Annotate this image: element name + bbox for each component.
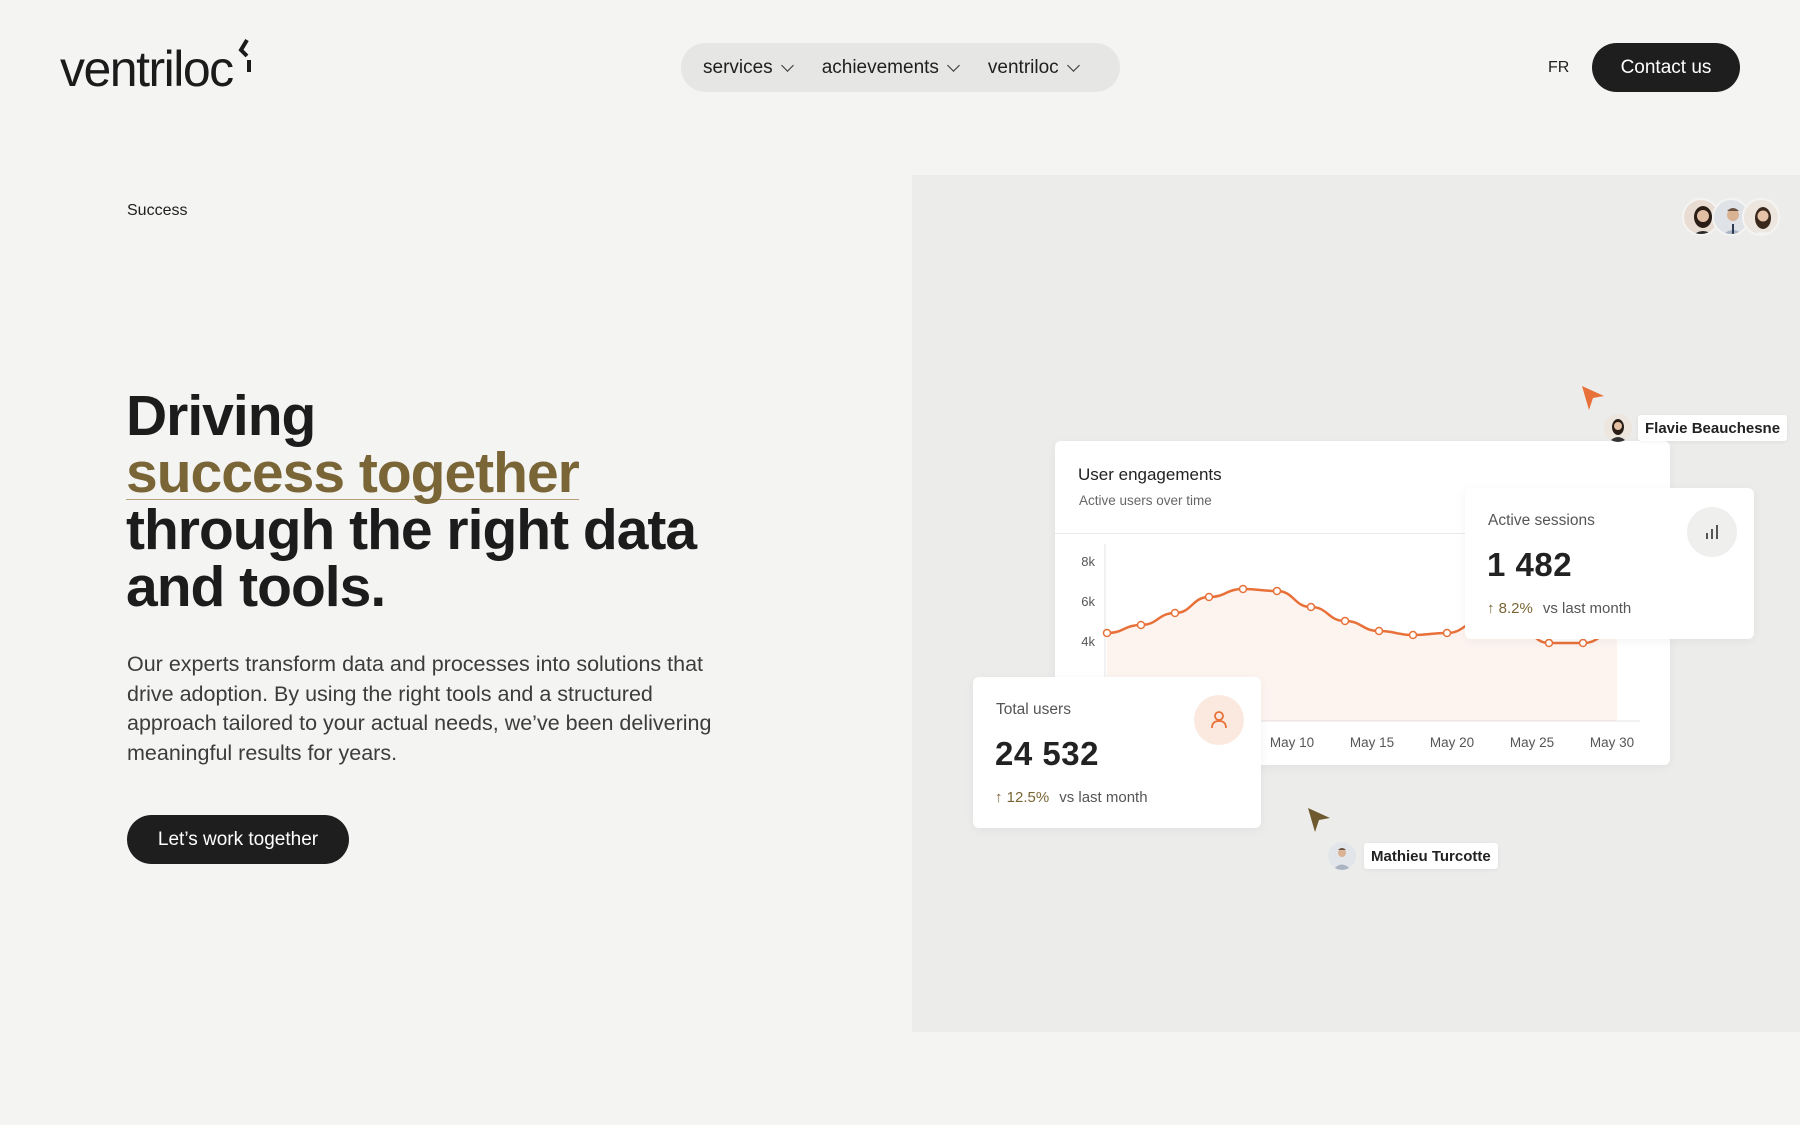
collaborator-name-tag: Flavie Beauchesne <box>1638 415 1788 441</box>
avatar <box>1604 414 1632 442</box>
data-point <box>1102 628 1112 638</box>
contact-button[interactable]: Contact us <box>1592 43 1740 92</box>
logo-mark <box>235 38 253 87</box>
data-point <box>1544 638 1554 648</box>
x-tick-label: May 30 <box>1590 735 1634 750</box>
logo-mark-icon <box>238 38 251 72</box>
y-tick-label: 4k <box>1081 634 1095 649</box>
data-point <box>1408 630 1418 640</box>
nav-item-label: ventriloc <box>987 56 1059 78</box>
data-point <box>1442 628 1452 638</box>
data-point <box>1272 586 1282 596</box>
avatar <box>1742 198 1780 236</box>
x-tick-label: May 25 <box>1510 735 1554 750</box>
headline-accent: success together <box>126 441 580 505</box>
trend-value: ↑ 12.5% <box>995 789 1050 806</box>
stat-value: 24 532 <box>995 735 1099 772</box>
logo[interactable]: ventriloc <box>60 38 253 98</box>
active-sessions-card: Active sessions 1 482 ↑ 8.2% vs last mon… <box>1465 488 1754 639</box>
section-eyebrow: Success <box>127 202 188 219</box>
logo-text: ventriloc <box>60 41 234 97</box>
nav-item-services[interactable]: services <box>703 56 794 79</box>
data-point <box>1374 626 1384 636</box>
y-tick-label: 6k <box>1081 594 1095 609</box>
trend-value: ↑ 8.2% <box>1487 600 1533 617</box>
data-point <box>1306 602 1316 612</box>
chevron-down-icon <box>780 58 794 72</box>
data-point <box>1204 592 1214 602</box>
headline-line: and tools. <box>126 555 386 619</box>
stat-trend: ↑ 8.2% vs last month <box>1487 600 1631 617</box>
chevron-down-icon <box>947 58 960 72</box>
data-point <box>1170 608 1180 618</box>
stat-label: Active sessions <box>1488 512 1595 529</box>
avatar <box>1328 842 1356 870</box>
user-icon <box>1194 695 1244 745</box>
stat-label: Total users <box>996 701 1071 718</box>
x-tick-label: May 10 <box>1270 735 1314 750</box>
x-tick-label: May 20 <box>1430 735 1474 750</box>
headline-line: Driving <box>126 384 316 448</box>
nav-item-ventriloc[interactable]: ventriloc <box>987 56 1080 79</box>
trend-note: vs last month <box>1542 600 1632 617</box>
headline-line: through the right data <box>126 498 697 562</box>
x-tick-label: May 15 <box>1350 735 1394 750</box>
team-avatars <box>1682 198 1780 236</box>
stat-value: 1 482 <box>1487 546 1573 583</box>
data-point <box>1578 638 1588 648</box>
hero-description: Our experts transform data and processes… <box>127 652 712 765</box>
data-point <box>1136 620 1146 630</box>
main-nav: services achievements ventriloc <box>681 43 1120 92</box>
collaborator-name-tag: Mathieu Turcotte <box>1364 843 1498 869</box>
cursor-icon <box>1308 808 1330 832</box>
data-point <box>1340 616 1350 626</box>
trend-note: vs last month <box>1059 789 1148 806</box>
y-tick-label: 8k <box>1081 554 1095 569</box>
work-together-button[interactable]: Let’s work together <box>127 815 349 864</box>
bar-chart-icon <box>1687 507 1737 557</box>
chevron-down-icon <box>1066 58 1080 72</box>
nav-item-achievements[interactable]: achievements <box>821 56 960 79</box>
nav-item-label: services <box>703 56 773 78</box>
total-users-card: Total users 24 532 ↑ 12.5% vs last month <box>973 677 1261 828</box>
language-switch[interactable]: FR <box>1548 59 1569 77</box>
stat-trend: ↑ 12.5% vs last month <box>995 789 1148 806</box>
hero-headline: Driving success together through the rig… <box>126 388 766 616</box>
nav-item-label: achievements <box>821 56 939 78</box>
cursor-icon <box>1582 386 1604 410</box>
data-point <box>1238 584 1248 594</box>
